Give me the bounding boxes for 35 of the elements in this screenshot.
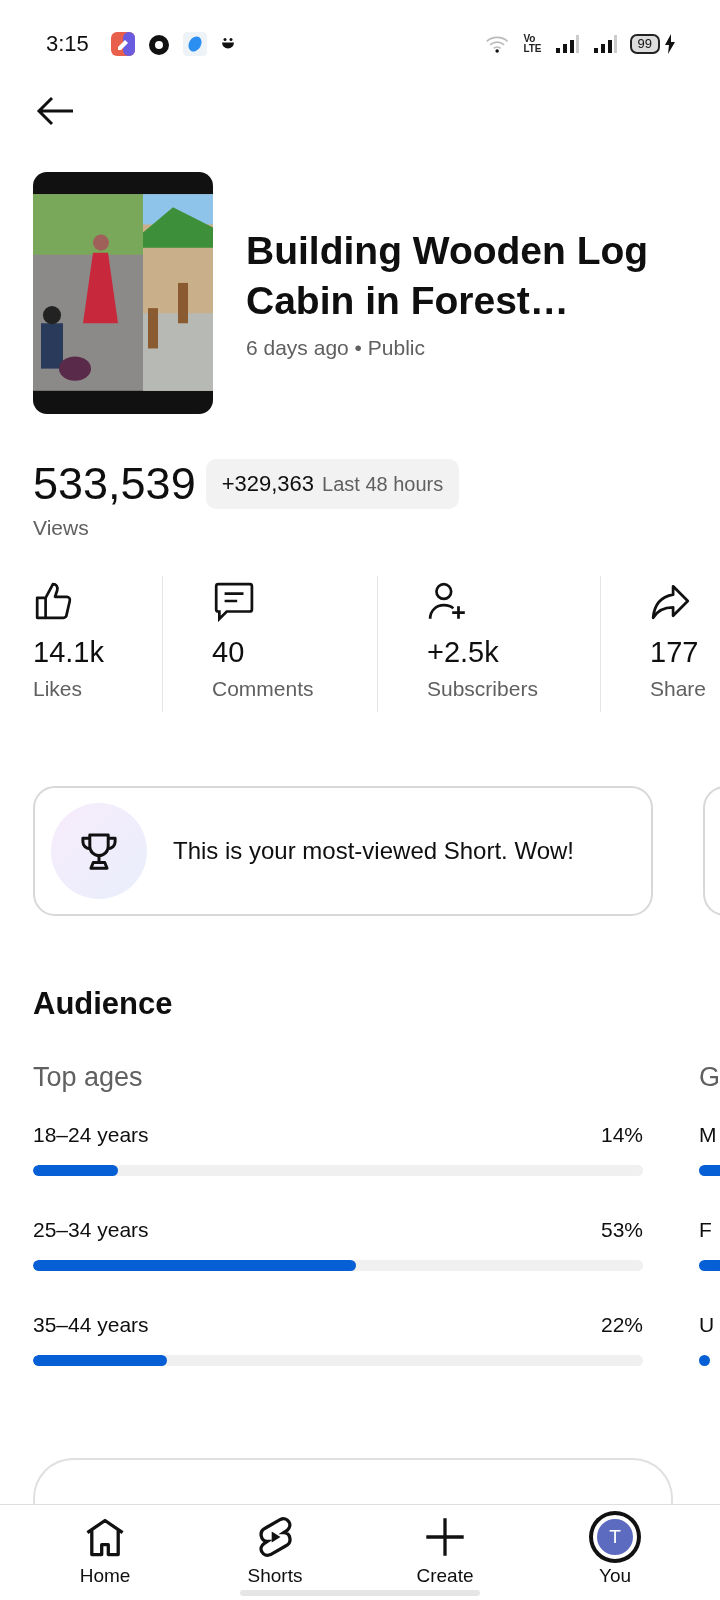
nav-tab[interactable]: Home	[45, 1505, 165, 1587]
views-label: Views	[33, 516, 90, 540]
subsection-title: Top ages	[33, 1062, 144, 1093]
video-title: Building Wooden Log Cabin in Forest…	[246, 228, 650, 324]
age-percent: 14%	[600, 1123, 643, 1148]
stat-label: Likes	[33, 677, 84, 701]
subsection-title: G	[699, 1062, 720, 1093]
row-label: M	[699, 1123, 717, 1148]
stat-value: 40	[212, 636, 246, 669]
views-count: 533,539	[33, 458, 196, 510]
volte-indicator: Vo LTE	[523, 34, 542, 54]
age-percent: 53%	[600, 1218, 643, 1243]
age-percent: 22%	[600, 1313, 643, 1338]
section-title: Audience	[33, 986, 174, 1022]
stat-value: 14.1k	[33, 636, 105, 669]
age-label: 35–44 years	[33, 1313, 149, 1338]
status-time: 3:15	[46, 31, 89, 57]
row-label: F	[699, 1218, 712, 1243]
views-change: +329,363	[221, 471, 315, 497]
video-meta: 6 days ago • Public	[246, 336, 426, 360]
avatar: T	[593, 1515, 637, 1559]
nav-tab[interactable]: T You	[555, 1505, 675, 1587]
row-label: U	[699, 1313, 715, 1338]
stat-value: +2.5k	[427, 636, 500, 669]
age-label: 18–24 years	[33, 1123, 149, 1148]
nav-tab[interactable]: Create	[385, 1505, 505, 1587]
age-label: 25–34 years	[33, 1218, 149, 1243]
views-period: Last 48 hours	[322, 473, 444, 496]
stat-label: Subscribers	[427, 677, 539, 701]
battery-level: 99	[629, 34, 660, 54]
stat-label: Share	[650, 677, 708, 701]
nav-tab[interactable]: Shorts	[215, 1505, 335, 1587]
stat-value: 177	[650, 636, 700, 669]
highlight-text: This is your most-viewed Short. Wow!	[173, 837, 574, 865]
stat-label: Comments	[212, 677, 315, 701]
